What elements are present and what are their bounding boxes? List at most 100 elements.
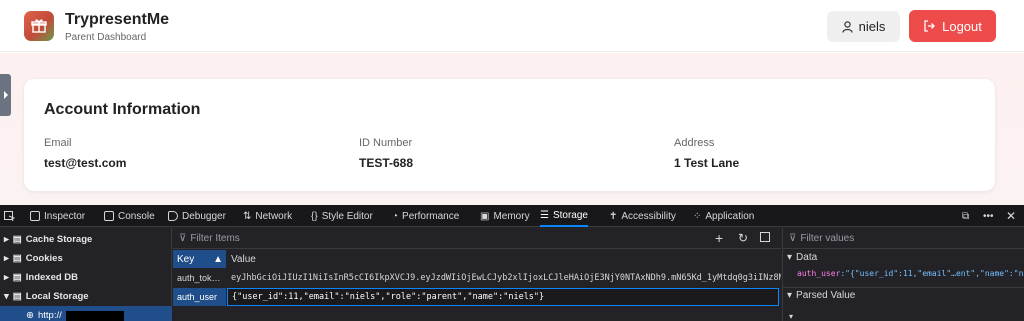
logout-label: Logout <box>942 18 982 34</box>
user-name: niels <box>858 19 886 34</box>
sidebar-toggle-icon[interactable] <box>760 232 770 242</box>
app-title: TrypresentMe <box>65 11 170 28</box>
tab-style-editor[interactable]: {} Style Editor <box>311 205 373 227</box>
sort-up-icon: ▲ <box>213 253 223 265</box>
refresh-icon[interactable]: ↻ <box>738 231 748 245</box>
id-number-label: ID Number <box>359 137 413 149</box>
database-icon: ▤ <box>12 253 22 264</box>
data-entry-value: :"{"user_id":11,"email"…ent","name":"nie… <box>840 269 1023 278</box>
account-info-title: Account Information <box>44 101 201 118</box>
gauge-icon: ◔ <box>392 210 399 222</box>
tree-item-label: Local Storage <box>25 291 89 302</box>
braces-icon: {} <box>311 210 318 222</box>
tab-style-editor-label: Style Editor <box>321 210 373 222</box>
divider <box>783 287 1024 288</box>
storage-sidebar: ⊽ Filter values ▾ Data auth_user:"{"user… <box>782 228 1024 321</box>
table-row-value[interactable]: eyJhbGciOiJIUzI1NiIsInR5cCI6IkpXVCJ9.eyJ… <box>227 269 781 287</box>
app-header: TrypresentMe Parent Dashboard niels Logo… <box>0 0 1024 52</box>
tree-item-cache-storage[interactable]: ▸ ▤ Cache Storage <box>0 230 172 249</box>
column-value-label: Value <box>231 253 256 265</box>
chevron-down-icon: ▾ <box>4 291 9 302</box>
data-section-header[interactable]: ▾ Data <box>787 252 817 263</box>
user-menu-button[interactable]: niels <box>827 11 900 42</box>
storage-table: ⊽ Filter Items + ↻ Key ▲ Value auth_tok… … <box>173 228 781 321</box>
address-value: 1 Test Lane <box>674 156 740 170</box>
origin-label: http:// <box>37 310 62 321</box>
tab-memory[interactable]: ▣ Memory <box>480 205 530 227</box>
storage-tree: ▸ ▤ Cache Storage ▸ ▤ Cookies ▸ ▤ Indexed DB ▾… <box>0 228 172 321</box>
memory-icon: ▣ <box>480 210 490 222</box>
element-picker-icon[interactable] <box>4 205 15 227</box>
tab-network[interactable]: ⇅ Network <box>243 205 292 227</box>
data-entry-key: auth_user <box>797 269 841 278</box>
tab-storage-label: Storage <box>552 209 588 221</box>
tree-item-local-storage[interactable]: ▾ ▤ Local Storage <box>0 287 172 306</box>
table-row-key-selected[interactable]: auth_user <box>173 288 226 306</box>
tab-accessibility[interactable]: ✝ Accessibility <box>609 205 676 227</box>
more-options-icon[interactable]: ••• <box>983 205 994 227</box>
parsed-value-label: Parsed Value <box>796 290 856 301</box>
database-icon: ▤ <box>12 234 22 245</box>
tab-console[interactable]: Console <box>104 205 155 227</box>
chevron-right-icon: ▸ <box>4 234 9 245</box>
devtools-tabbar: Inspector Console Debugger ⇅ Network {} St… <box>0 205 1024 227</box>
tab-performance-label: Performance <box>402 210 460 222</box>
email-value: test@test.com <box>44 156 127 170</box>
app-subtitle: Parent Dashboard <box>65 32 147 43</box>
tab-application-label: Application <box>705 210 755 222</box>
filter-items-input[interactable]: ⊽ Filter Items <box>173 228 781 249</box>
tab-debugger[interactable]: Debugger <box>168 205 226 227</box>
logout-icon <box>924 20 936 32</box>
parsed-value-header[interactable]: ▾ Parsed Value <box>787 290 855 301</box>
column-key-label: Key <box>177 253 195 265</box>
table-row-value-editing[interactable]: {"user_id":11,"email":"niels","role":"pa… <box>227 288 779 306</box>
debugger-icon <box>168 211 178 221</box>
tree-item-cookies[interactable]: ▸ ▤ Cookies <box>0 249 172 268</box>
network-icon: ⇅ <box>243 210 252 222</box>
console-icon <box>104 211 114 221</box>
account-info-card: Account Information Email test@test.com … <box>24 79 995 191</box>
logout-button[interactable]: Logout <box>909 10 996 42</box>
filter-values-placeholder: Filter values <box>800 232 855 244</box>
database-icon: ▤ <box>12 272 22 283</box>
tab-network-label: Network <box>255 210 293 222</box>
close-devtools-icon[interactable]: ✕ <box>1006 205 1016 227</box>
chevron-down-icon: ▾ <box>787 290 793 301</box>
add-item-icon[interactable]: + <box>715 230 723 246</box>
redacted-bar <box>65 310 124 321</box>
accessibility-icon: ✝ <box>609 210 618 222</box>
filter-values-input[interactable]: ⊽ Filter values <box>783 228 1024 249</box>
tab-inspector-label: Inspector <box>44 210 86 222</box>
sidebar-toggle[interactable] <box>0 74 11 116</box>
globe-icon: ⊕ <box>26 310 34 321</box>
tree-item-indexed-db[interactable]: ▸ ▤ Indexed DB <box>0 268 172 287</box>
tree-expander-icon[interactable]: ▾ <box>789 312 793 321</box>
tab-console-label: Console <box>118 210 155 222</box>
id-number-value: TEST-688 <box>359 156 414 170</box>
tree-item-label: Indexed DB <box>25 272 79 283</box>
data-section-label: Data <box>796 252 818 263</box>
dock-side-icon[interactable]: ⧉ <box>962 205 969 227</box>
chevron-right-icon: ▸ <box>4 272 9 283</box>
tab-accessibility-label: Accessibility <box>621 210 676 222</box>
filter-icon: ⊽ <box>179 232 187 244</box>
tree-item-origin[interactable]: ⊕ http:// <box>0 306 172 321</box>
inspector-icon <box>30 211 40 221</box>
chevron-right-icon <box>3 91 8 99</box>
tab-application[interactable]: ⁘ Application <box>693 205 754 227</box>
tab-performance[interactable]: ◔ Performance <box>392 205 459 227</box>
email-label: Email <box>44 137 72 149</box>
storage-icon: ☰ <box>540 209 549 221</box>
database-icon: ▤ <box>12 291 22 302</box>
gift-logo-icon <box>24 11 54 41</box>
tab-debugger-label: Debugger <box>182 210 226 222</box>
column-header-value[interactable]: Value <box>227 250 781 268</box>
tab-storage[interactable]: ☰ Storage <box>540 205 588 227</box>
tab-memory-label: Memory <box>493 210 530 222</box>
tab-inspector[interactable]: Inspector <box>30 205 85 227</box>
user-icon <box>842 20 853 33</box>
devtools-panel: Inspector Console Debugger ⇅ Network {} St… <box>0 205 1024 321</box>
filter-placeholder: Filter Items <box>190 232 240 244</box>
table-row-key[interactable]: auth_tok… <box>173 269 226 287</box>
column-header-key[interactable]: Key ▲ <box>173 250 226 268</box>
